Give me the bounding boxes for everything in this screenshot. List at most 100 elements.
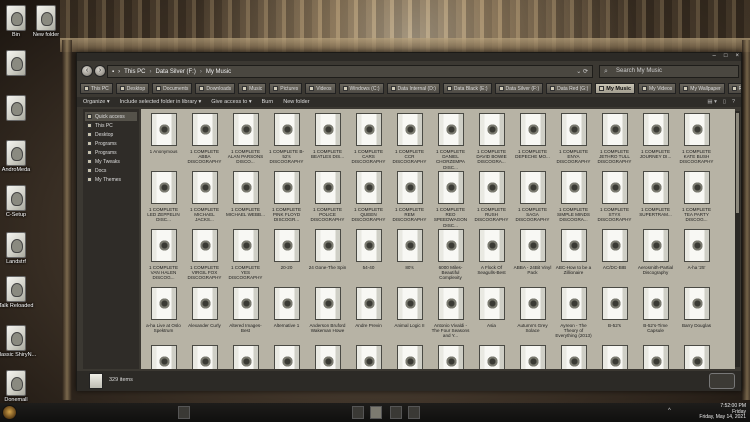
folder-item[interactable]: 1 COMPLETE DAVID BOWIE DISCOGRA... — [471, 111, 512, 169]
folder-item[interactable]: 1 COMPLETE ENYA DISCOGRAPHY — [553, 111, 594, 169]
folder-item[interactable] — [389, 343, 430, 369]
folder-item[interactable]: 1 COMPLETE JETHRO TULL DISCOGRAPHY — [594, 111, 635, 169]
folder-item[interactable]: A-ha '25' — [676, 227, 717, 285]
start-button[interactable] — [2, 405, 17, 420]
burn-button[interactable]: Burn — [262, 99, 274, 105]
view-options-icon[interactable]: ▤ ▾ — [707, 99, 717, 105]
taskbar-app-icon[interactable] — [390, 406, 402, 419]
folder-item[interactable]: 1 COMPLETE REM DISCOGRAPHY — [389, 169, 430, 227]
folder-item[interactable]: 1 COMPLETE RUSH DISCOGRAPHY — [471, 169, 512, 227]
back-button[interactable]: ‹ — [81, 65, 93, 77]
folder-item[interactable]: Anderson Bruford Wakeman Howe — [307, 285, 348, 343]
folder-item[interactable]: 6000 Miles-Beautiful Complexity — [430, 227, 471, 285]
folder-item[interactable]: 1 COMPLETE SUPERTRAM... — [635, 169, 676, 227]
nav-item[interactable]: Programs — [85, 148, 137, 157]
folder-item[interactable]: B-52's-Time Capsule — [635, 285, 676, 343]
folder-item[interactable] — [348, 343, 389, 369]
folder-item[interactable]: 1 COMPLETE KATE BUSH DISCOGRAPHY — [676, 111, 717, 169]
folder-item[interactable]: 1 COMPLETE PINK FLOYD DISCOGR... — [266, 169, 307, 227]
folder-item[interactable] — [676, 343, 717, 369]
folder-item[interactable]: Antonio Vivaldi - The Four Seasons and Y… — [430, 285, 471, 343]
desktop-shortcut[interactable]: Classic ShiryN... — [0, 325, 38, 358]
tab-videos[interactable]: Videos — [305, 83, 336, 94]
folder-item[interactable] — [594, 343, 635, 369]
taskbar-explorer-icon[interactable] — [370, 406, 382, 419]
minimize-button[interactable]: – — [713, 53, 716, 59]
desktop-shortcut[interactable] — [0, 50, 38, 77]
desktop-shortcut[interactable]: Landstrf — [0, 232, 38, 265]
folder-item[interactable]: 1 COMPLETE MICHAEL WEBB... — [225, 169, 266, 227]
close-button[interactable]: × — [735, 53, 739, 59]
folder-item[interactable]: 1 COMPLETE VAN HALEN DISCOG... — [143, 227, 184, 285]
folder-item[interactable] — [266, 343, 307, 369]
desktop-shortcut[interactable]: C-Setup — [0, 185, 38, 218]
folder-item[interactable]: Andre Previn — [348, 285, 389, 343]
folder-item[interactable]: Ayreon - The Theory of Everything (2013) — [553, 285, 594, 343]
preview-pane-icon[interactable]: ▯ — [723, 99, 726, 105]
taskbar-app-icon[interactable] — [408, 406, 420, 419]
tab-data-red-g[interactable]: Data Red (G:) — [546, 83, 593, 94]
folder-item[interactable]: Alternative 1 — [266, 285, 307, 343]
folder-item[interactable]: 1 COMPLETE QUEEN DISCOGRAPHY — [348, 169, 389, 227]
tab-data-black-e[interactable]: Data Black (E:) — [442, 83, 492, 94]
tab-documents[interactable]: Documents — [152, 83, 193, 94]
nav-item[interactable]: Quick access — [85, 112, 137, 121]
folder-item[interactable]: 1 COMPLETE VIRGIL FOX DISCOGRAPHY — [184, 227, 225, 285]
help-icon[interactable]: ? — [732, 99, 735, 105]
nav-item[interactable]: Programs — [85, 139, 137, 148]
include-in-library-menu[interactable]: Include selected folder in library ▾ — [120, 99, 202, 105]
nav-item[interactable]: My Tweaks — [85, 157, 137, 166]
scrollbar-thumb[interactable] — [736, 113, 739, 213]
folder-item[interactable]: 1 COMPLETE B-52's DISCOGRAPHY — [266, 111, 307, 169]
folder-item[interactable]: 1 COMPLETE JOURNEY DI... — [635, 111, 676, 169]
folder-item[interactable]: a-ha Live at Oslo Spektrum — [143, 285, 184, 343]
organize-menu[interactable]: Organize ▾ — [83, 99, 110, 105]
desktop-shortcut[interactable]: AndroMeda — [0, 140, 38, 173]
taskbar-app-icon[interactable] — [178, 406, 190, 419]
folder-item[interactable]: 1 COMPLETE ABBA DISCOGRAPHY — [184, 111, 225, 169]
folder-item[interactable]: Altered Images-Best — [225, 285, 266, 343]
taskbar-app-icon[interactable] — [352, 406, 364, 419]
folder-item[interactable]: Animal Logic II — [389, 285, 430, 343]
folder-item[interactable]: 1 Anonymous — [143, 111, 184, 169]
desktop-shortcut[interactable] — [0, 95, 38, 122]
breadcrumb-this-pc[interactable]: This PC — [124, 69, 145, 75]
folder-item[interactable]: Autumn's Grey Solace — [512, 285, 553, 343]
nav-item[interactable]: My Themes — [85, 175, 137, 184]
folder-item[interactable] — [143, 343, 184, 369]
refresh-icon[interactable]: ⌄ ⟳ — [576, 68, 588, 75]
folder-item[interactable] — [512, 343, 553, 369]
folder-item[interactable] — [184, 343, 225, 369]
title-bar[interactable]: – □ × — [77, 53, 741, 61]
tab-windows-c[interactable]: Windows (C:) — [338, 83, 384, 94]
folder-item[interactable]: 1 COMPLETE BEATLES DIS... — [307, 111, 348, 169]
folder-item[interactable]: 54-40 — [348, 227, 389, 285]
folder-item[interactable]: Aerosmith-Partial Discography — [635, 227, 676, 285]
breadcrumb-my-music[interactable]: My Music — [206, 69, 231, 75]
new-folder-button[interactable]: New folder — [283, 99, 309, 105]
folder-item[interactable]: 1 COMPLETE CCR DISCOGRAPHY — [389, 111, 430, 169]
folder-item[interactable] — [307, 343, 348, 369]
tab-downloads[interactable]: Downloads — [195, 83, 236, 94]
folder-item[interactable]: 1 COMPLETE ALAN PARSONS DISCO... — [225, 111, 266, 169]
folder-item[interactable]: 1 COMPLETE LED ZEPPELIN DISC... — [143, 169, 184, 227]
folder-item[interactable]: Alexander Curly — [184, 285, 225, 343]
forward-button[interactable]: › — [94, 65, 106, 77]
tab-desktop[interactable]: Desktop — [115, 83, 150, 94]
folder-item[interactable]: Barry Douglas — [676, 285, 717, 343]
tab-my-music[interactable]: My Music — [595, 83, 636, 94]
tab-data-internal-d[interactable]: Data Internal (D:) — [386, 83, 440, 94]
tab-my-wallpaper[interactable]: My Wallpaper — [679, 83, 725, 94]
tab-data-silver-f[interactable]: Data Silver (F:) — [494, 83, 544, 94]
folder-item[interactable]: B-52's — [594, 285, 635, 343]
desktop-shortcut[interactable]: Talk Reloaded — [0, 276, 38, 309]
tray-overflow-icon[interactable]: ^ — [668, 408, 671, 414]
give-access-menu[interactable]: Give access to ▾ — [211, 99, 251, 105]
clock[interactable]: 7:52:00 PM Friday Friday, May 14, 2021 — [699, 403, 746, 421]
folder-item[interactable]: 1 COMPLETE DANIEL CHORZEMPA DISC... — [430, 111, 471, 169]
folder-item[interactable]: 1 COMPLETE TEA PARTY DISCOG... — [676, 169, 717, 227]
tab-music[interactable]: Music — [238, 83, 267, 94]
folder-item[interactable]: Asia — [471, 285, 512, 343]
address-bar[interactable]: ▪ › This PC › Data Silver (F:) › My Musi… — [107, 65, 593, 78]
folder-item[interactable]: 1 COMPLETE SIMPLE MINDS DISCOGRA... — [553, 169, 594, 227]
